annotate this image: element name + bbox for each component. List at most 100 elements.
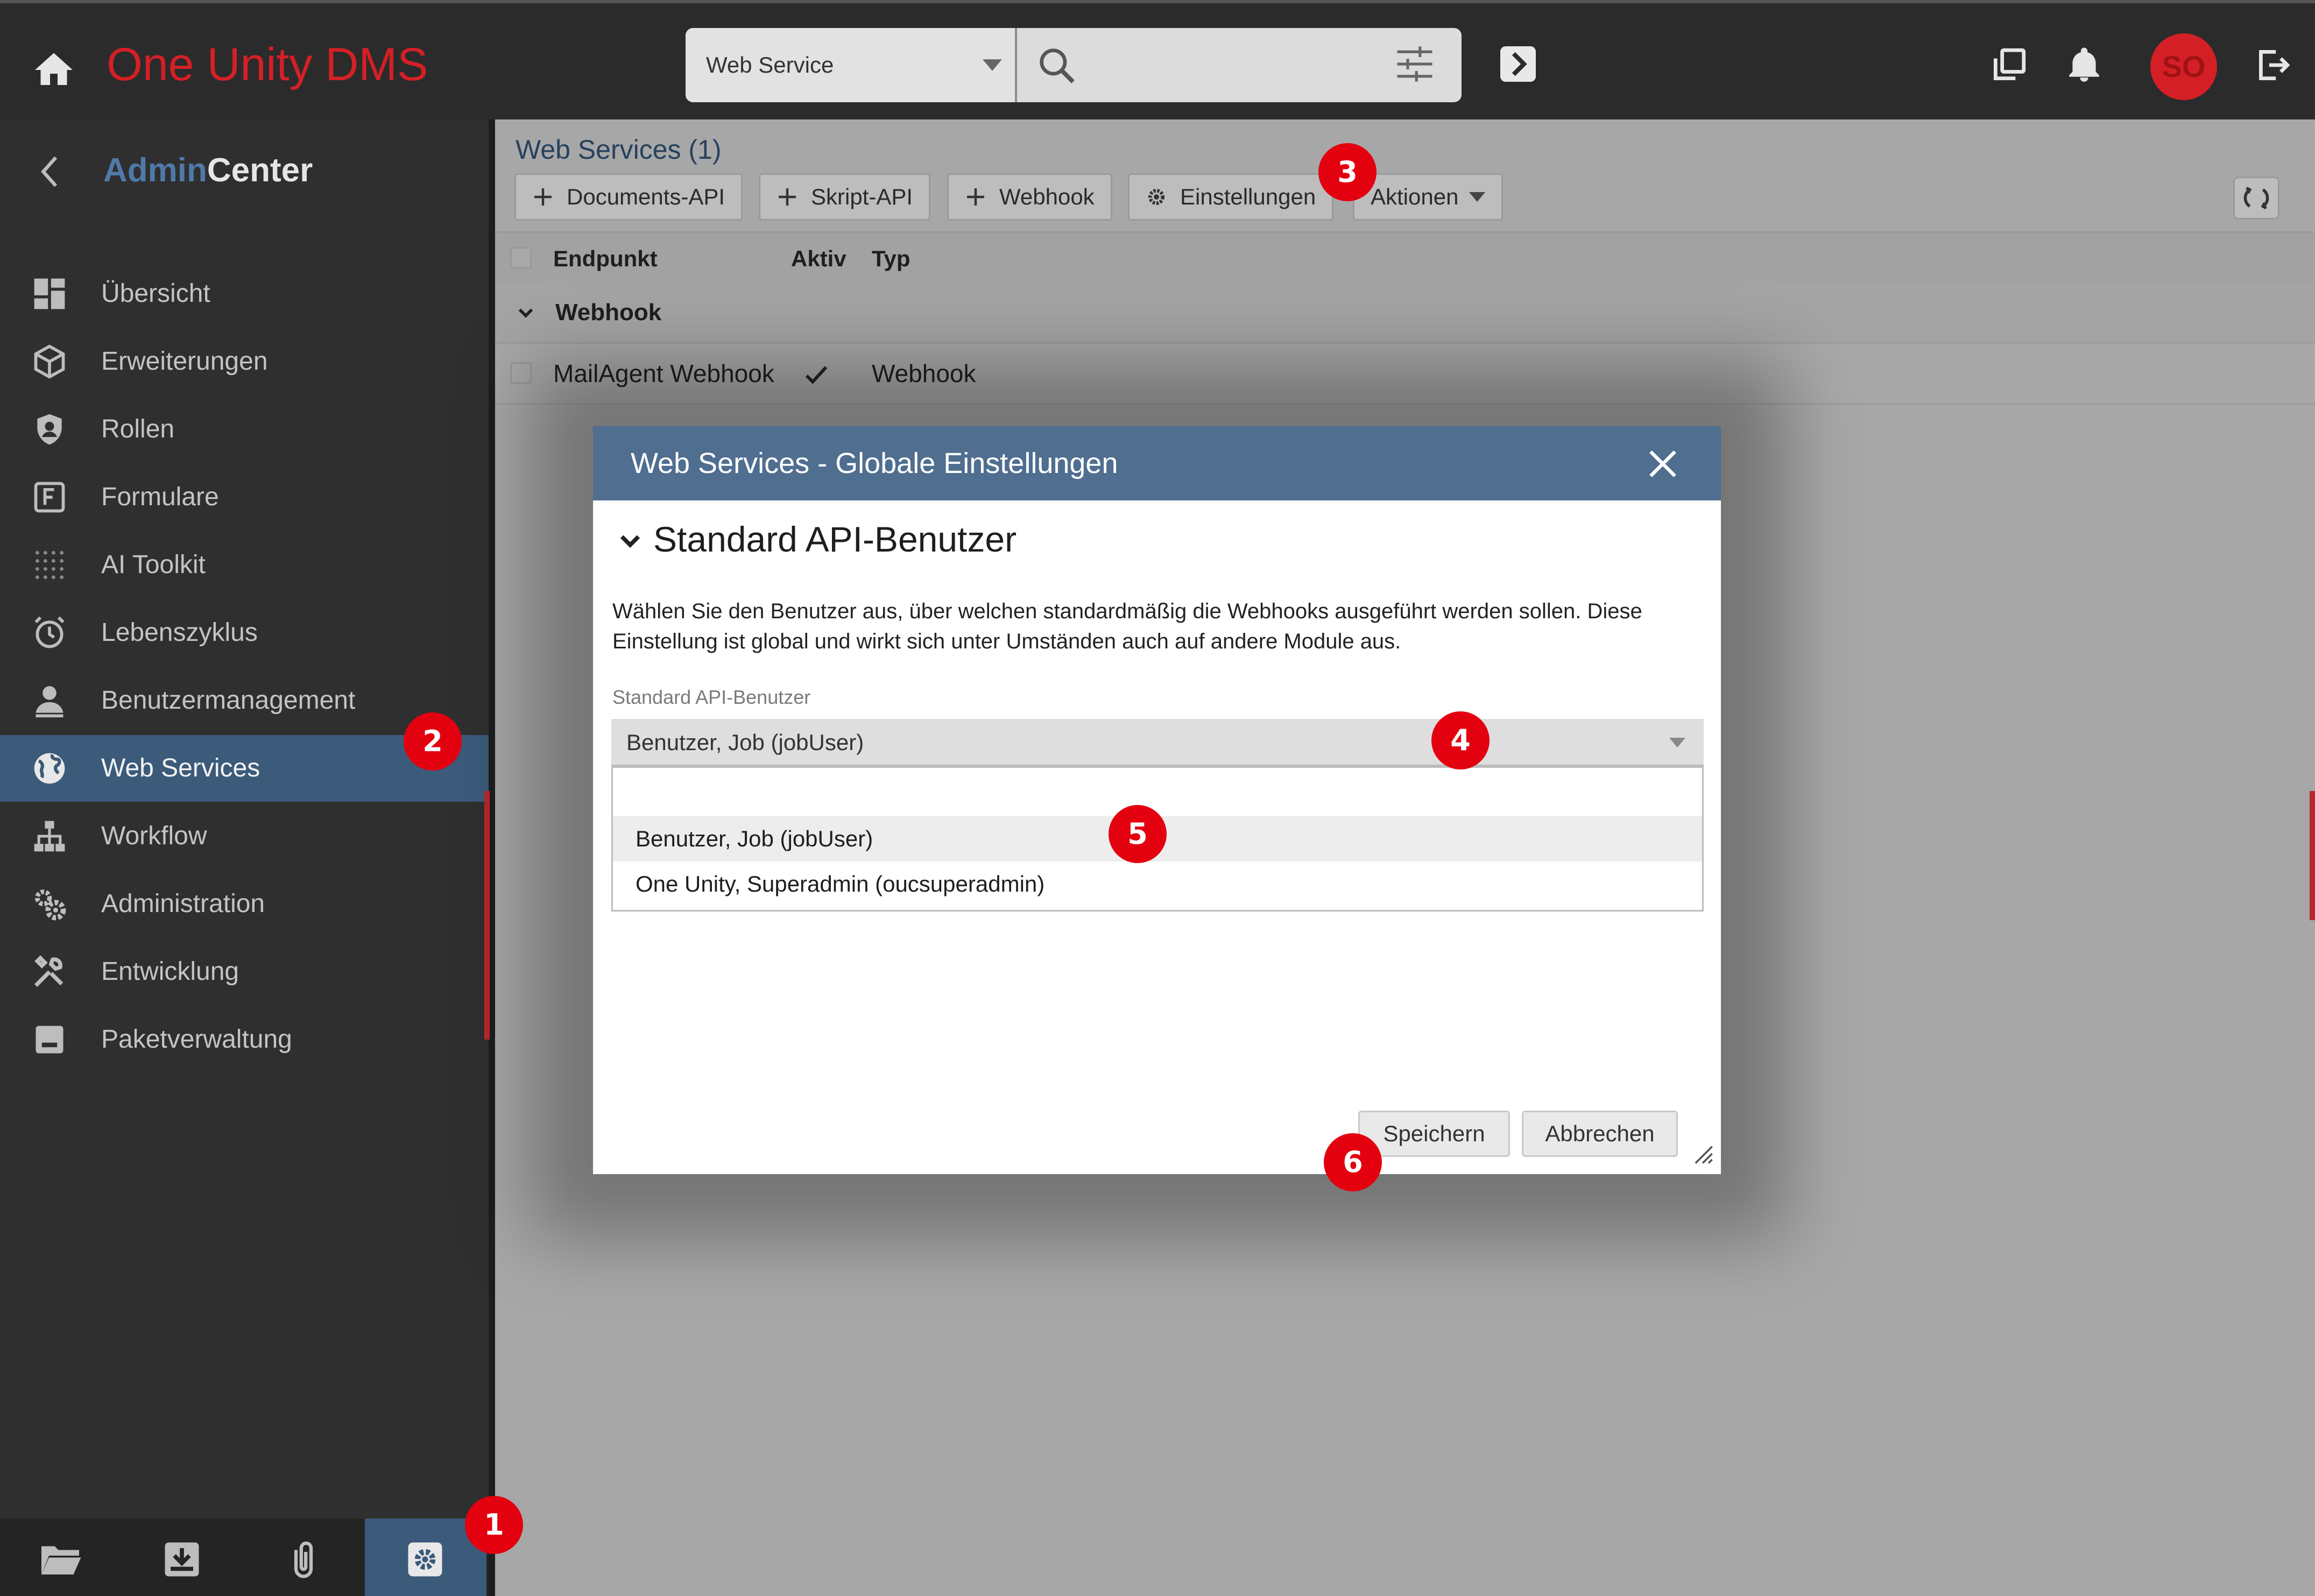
sidebar-item-administration[interactable]: Administration bbox=[0, 871, 489, 937]
sidebar-bottom-bar bbox=[0, 1519, 489, 1596]
cancel-button[interactable]: Abbrechen bbox=[1522, 1111, 1678, 1157]
sidebar-item-label: AI Toolkit bbox=[101, 550, 206, 579]
sidebar-item-label: Übersicht bbox=[101, 279, 210, 308]
section-title[interactable]: Standard API-Benutzer bbox=[653, 512, 1017, 566]
dots-grid-icon bbox=[35, 550, 64, 580]
home-icon[interactable] bbox=[31, 47, 76, 93]
plus-icon bbox=[967, 188, 984, 206]
sidebar-item-label: Rollen bbox=[101, 415, 175, 443]
sidebar-item-label: Formulare bbox=[101, 483, 219, 511]
add-skript-api-button[interactable]: Skript-API bbox=[759, 173, 931, 221]
sidebar-item-label: Web Services bbox=[101, 754, 260, 782]
chevron-down-icon[interactable] bbox=[618, 528, 643, 553]
sidebar-item-label: Entwicklung bbox=[101, 957, 239, 986]
section-description: Wählen Sie den Benutzer aus, über welche… bbox=[612, 599, 1642, 653]
annotation-badge-6: 6 bbox=[1324, 1133, 1382, 1191]
logout-icon[interactable] bbox=[2253, 45, 2292, 85]
grid-header: Endpunkt Aktiv Typ bbox=[495, 231, 2315, 283]
annotation-badge-2: 2 bbox=[404, 712, 462, 771]
sidebar-item-erweiterungen[interactable]: Erweiterungen bbox=[0, 328, 489, 395]
cell-endpunkt: MailAgent Webhook bbox=[553, 359, 774, 387]
chevron-left-icon[interactable] bbox=[33, 153, 66, 190]
sidebar-item-label: Workflow bbox=[101, 822, 207, 850]
sitemap-icon bbox=[34, 821, 65, 852]
settings-icon bbox=[408, 1542, 442, 1577]
column-header-typ[interactable]: Typ bbox=[872, 233, 911, 285]
sidebar-item-formulare[interactable]: Formulare bbox=[0, 464, 489, 531]
sidebar: AdminCenter Übersicht Erweiterungen Roll… bbox=[0, 119, 490, 1596]
api-user-select[interactable]: Benutzer, Job (jobUser) bbox=[611, 719, 1704, 766]
column-header-endpunkt[interactable]: Endpunkt bbox=[553, 233, 658, 285]
annotation-badge-4: 4 bbox=[1431, 711, 1490, 769]
sidebar-item-rollen[interactable]: Rollen bbox=[0, 396, 489, 463]
sidebar-item-label: Administration bbox=[101, 889, 265, 918]
page-title: Web Services (1) bbox=[516, 135, 722, 165]
sidebar-item-paketverwaltung[interactable]: Paketverwaltung bbox=[0, 1006, 489, 1073]
sidebar-item-ai-toolkit[interactable]: AI Toolkit bbox=[0, 532, 489, 598]
top-bar: One Unity DMS Web Service SO bbox=[0, 0, 2315, 119]
alarm-clock-icon bbox=[34, 616, 65, 648]
api-user-select-value: Benutzer, Job (jobUser) bbox=[626, 730, 864, 755]
select-all-checkbox[interactable] bbox=[510, 247, 532, 269]
refresh-icon bbox=[2243, 187, 2269, 209]
cell-typ: Webhook bbox=[872, 359, 976, 387]
user-icon bbox=[36, 686, 63, 718]
admin-center-title: AdminCenter bbox=[103, 152, 313, 189]
dropdown-filter-input[interactable] bbox=[613, 768, 1702, 816]
chevron-down-icon bbox=[518, 308, 533, 318]
close-icon[interactable] bbox=[1647, 448, 1679, 480]
save-button[interactable]: Speichern bbox=[1358, 1111, 1510, 1157]
attachment-button[interactable] bbox=[243, 1519, 365, 1596]
chevron-right-icon bbox=[1512, 52, 1527, 76]
aktionen-dropdown-button[interactable]: Aktionen bbox=[1353, 173, 1504, 221]
paperclip-icon bbox=[294, 1541, 313, 1578]
folder-button[interactable] bbox=[0, 1519, 122, 1596]
sidebar-item-label: Erweiterungen bbox=[101, 347, 268, 376]
group-row-webhook[interactable]: Webhook bbox=[495, 283, 2315, 342]
avatar[interactable]: SO bbox=[2150, 33, 2217, 100]
row-checkbox[interactable] bbox=[510, 362, 532, 384]
table-row[interactable]: MailAgent Webhook Webhook bbox=[495, 342, 2315, 405]
dashboard-icon bbox=[34, 278, 65, 309]
search-icon[interactable] bbox=[1035, 44, 1078, 87]
search-scope-value: Web Service bbox=[706, 52, 834, 77]
dialog-title: Web Services - Globale Einstellungen bbox=[631, 447, 1118, 479]
bell-icon[interactable] bbox=[2064, 45, 2104, 85]
add-webhook-button[interactable]: Webhook bbox=[947, 173, 1112, 221]
plus-icon bbox=[779, 188, 796, 206]
search-go-button[interactable] bbox=[1500, 46, 1536, 82]
chevron-down-icon bbox=[1469, 192, 1486, 202]
group-label: Webhook bbox=[555, 299, 662, 326]
search-bar: Web Service bbox=[686, 28, 1462, 102]
plus-icon bbox=[534, 188, 552, 206]
shield-icon bbox=[37, 414, 62, 445]
field-label: Standard API-Benutzer bbox=[612, 686, 811, 708]
inbox-button[interactable] bbox=[122, 1519, 243, 1596]
cogs-icon bbox=[35, 889, 66, 921]
filter-sliders-icon[interactable] bbox=[1394, 43, 1436, 85]
annotation-badge-1: 1 bbox=[465, 1496, 523, 1554]
add-documents-api-button[interactable]: Documents-API bbox=[514, 173, 743, 221]
sidebar-item-lebenszyklus[interactable]: Lebenszyklus bbox=[0, 599, 489, 666]
package-icon bbox=[36, 1026, 63, 1054]
inbox-icon bbox=[165, 1542, 199, 1577]
scroll-accent bbox=[2310, 791, 2315, 920]
search-scope-select[interactable]: Web Service bbox=[686, 28, 1017, 102]
column-header-aktiv[interactable]: Aktiv bbox=[791, 233, 846, 285]
sidebar-item-entwicklung[interactable]: Entwicklung bbox=[0, 938, 489, 1005]
windows-icon[interactable] bbox=[1989, 45, 2029, 85]
sidebar-item-label: Paketverwaltung bbox=[101, 1025, 292, 1054]
einstellungen-button[interactable]: Einstellungen bbox=[1128, 173, 1334, 221]
dropdown-option[interactable]: One Unity, Superadmin (oucsuperadmin) bbox=[613, 861, 1702, 907]
annotation-badge-5: 5 bbox=[1109, 805, 1167, 863]
sidebar-item-workflow[interactable]: Workflow bbox=[0, 803, 489, 870]
cube-icon bbox=[34, 344, 65, 379]
settings-dialog: Web Services - Globale Einstellungen Sta… bbox=[593, 426, 1721, 1174]
sidebar-item-uebersicht[interactable]: Übersicht bbox=[0, 260, 489, 327]
form-icon bbox=[34, 482, 65, 513]
resize-grip-icon[interactable] bbox=[1691, 1142, 1714, 1166]
app-brand[interactable]: One Unity DMS bbox=[107, 32, 428, 97]
dialog-header: Web Services - Globale Einstellungen bbox=[593, 426, 1721, 500]
sidebar-item-label: Lebenszyklus bbox=[101, 618, 258, 647]
refresh-button[interactable] bbox=[2233, 176, 2279, 220]
